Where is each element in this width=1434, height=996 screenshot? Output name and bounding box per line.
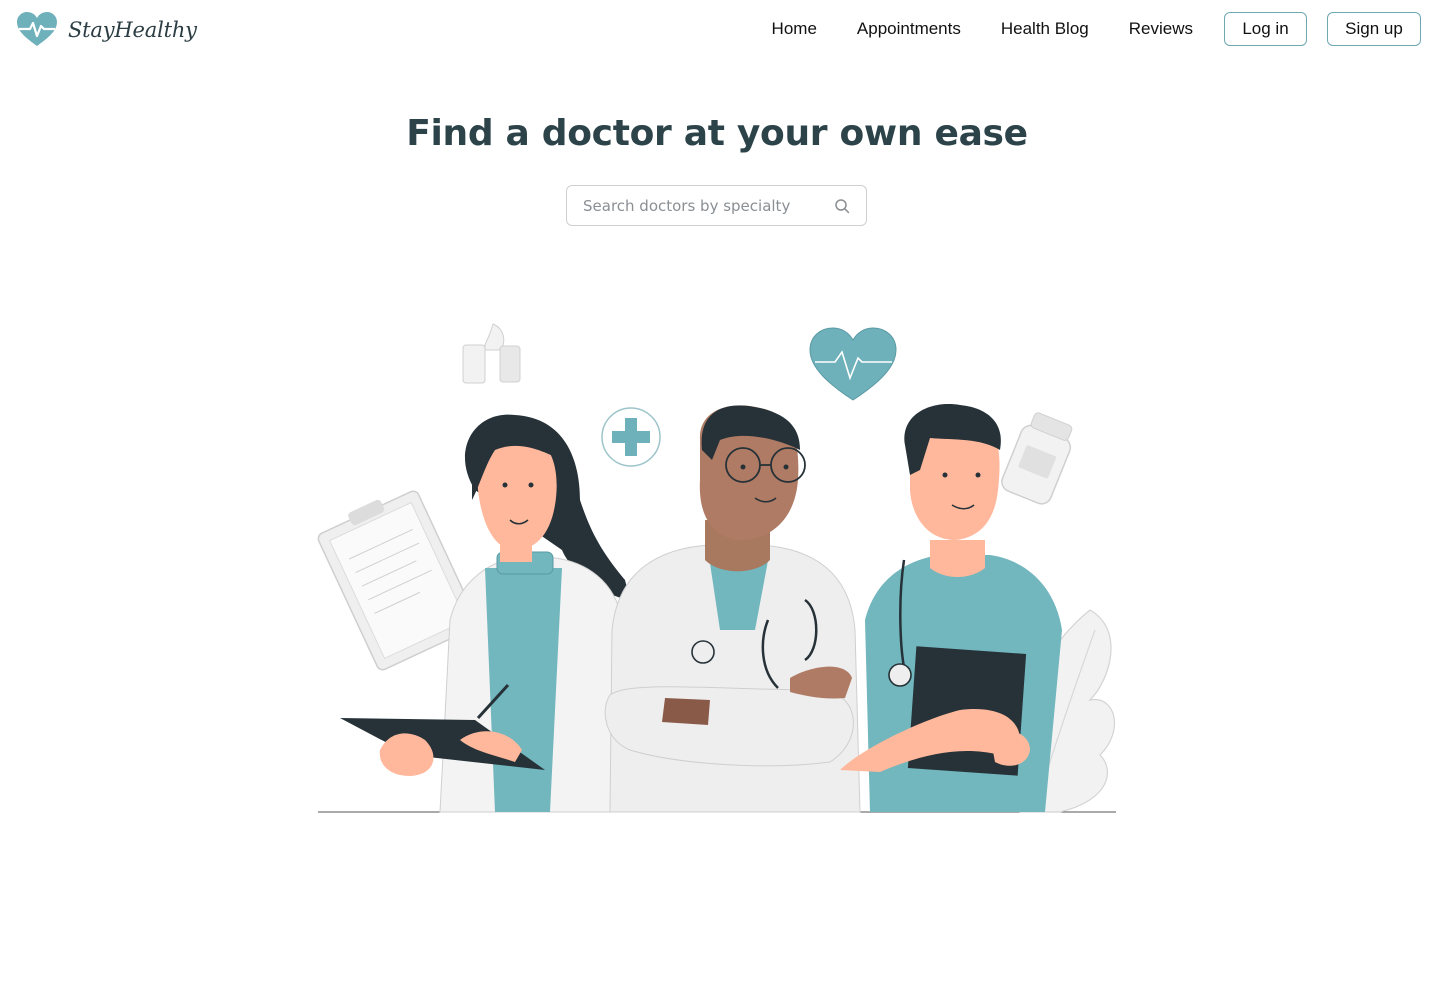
login-button[interactable]: Log in bbox=[1224, 12, 1307, 46]
medical-cross-icon bbox=[601, 407, 661, 467]
search-input[interactable] bbox=[567, 186, 817, 225]
pill-bottle-icon bbox=[1001, 412, 1073, 505]
search-box bbox=[566, 185, 867, 226]
brand-logo-link[interactable]: StayHealthy bbox=[16, 12, 197, 48]
search-icon[interactable] bbox=[834, 198, 850, 214]
heart-pulse-icon bbox=[17, 12, 57, 46]
male-doctor-figure bbox=[604, 405, 861, 813]
nav-links: Home Appointments Health Blog Reviews Lo… bbox=[772, 12, 1421, 46]
navbar: StayHealthy Home Appointments Health Blo… bbox=[0, 0, 1434, 60]
thumbs-up-icon bbox=[462, 323, 521, 384]
heart-icon bbox=[809, 327, 897, 401]
signup-button[interactable]: Sign up bbox=[1327, 12, 1421, 46]
nav-link-health-blog[interactable]: Health Blog bbox=[1001, 12, 1089, 46]
hero-title: Find a doctor at your own ease bbox=[406, 113, 1028, 154]
nav-link-home[interactable]: Home bbox=[772, 12, 817, 46]
nav-link-appointments[interactable]: Appointments bbox=[857, 12, 961, 46]
doctors-illustration bbox=[317, 323, 1116, 813]
nav-link-reviews[interactable]: Reviews bbox=[1129, 12, 1193, 46]
brand-name: StayHealthy bbox=[68, 18, 197, 42]
